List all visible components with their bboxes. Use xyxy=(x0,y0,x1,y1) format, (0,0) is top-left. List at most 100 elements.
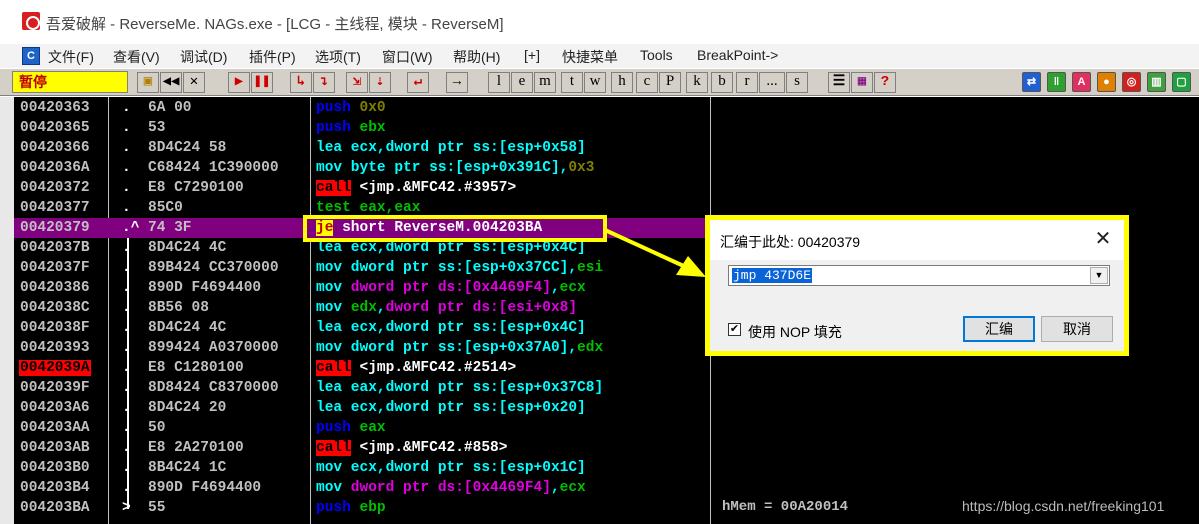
table-row[interactable]: 00420366. 8D4C24 58 lea ecx,dword ptr ss:[… xyxy=(14,138,710,158)
menu-file[interactable]: 文件(F) xyxy=(48,47,94,67)
menu-options[interactable]: 选项(T) xyxy=(315,47,361,67)
left-pane-fragment xyxy=(0,167,14,181)
table-row[interactable]: 0042039A. E8 C1280100 call <jmp.&MFC42.#25… xyxy=(14,358,710,378)
refresh-plugin-icon[interactable]: ⇄ xyxy=(1022,72,1041,92)
row-marker: . xyxy=(122,300,131,316)
handles-window-button[interactable]: h xyxy=(611,72,633,93)
left-pane-fragment xyxy=(0,237,14,251)
table-row[interactable]: 00420365. 53 push ebx xyxy=(14,118,710,138)
chevron-down-icon[interactable]: ▼ xyxy=(1090,267,1108,284)
table-row[interactable]: 004203B4. 890D F4694400 mov dword ptr ds:[… xyxy=(14,478,710,498)
help-icon[interactable]: ? xyxy=(874,72,896,93)
left-pane-fragment xyxy=(0,209,14,223)
table-row[interactable]: 00420363. 6A 00 push 0x0 xyxy=(14,98,710,118)
row-hex: 8B56 08 xyxy=(148,300,209,316)
cpu-window-button[interactable]: c xyxy=(636,72,658,93)
menu-help[interactable]: 帮助(H) xyxy=(453,47,500,67)
breakpoints-window-button[interactable]: b xyxy=(711,72,733,93)
plugin-a-icon[interactable]: A xyxy=(1072,72,1091,92)
row-hex: 53 xyxy=(148,120,166,136)
instruction-token xyxy=(351,100,360,116)
left-pane-fragment xyxy=(0,279,14,293)
menu-tools[interactable]: Tools xyxy=(640,47,673,63)
list-icon[interactable]: ☰ xyxy=(828,72,850,93)
table-row[interactable]: 0042038F. 8D4C24 4C lea ecx,dword ptr ss:[… xyxy=(14,318,710,338)
memory-window-button[interactable]: m xyxy=(534,72,556,93)
menu-window[interactable]: 窗口(W) xyxy=(382,47,433,67)
menu-plus[interactable]: [+] xyxy=(524,47,540,63)
patches-window-button[interactable]: P xyxy=(659,72,681,93)
trace-over-icon[interactable]: ⇣ xyxy=(369,72,391,93)
assemble-input[interactable]: jmp 437D6E ▼ xyxy=(728,265,1110,286)
menu-view[interactable]: 查看(V) xyxy=(113,47,160,67)
row-hex: 6A 00 xyxy=(148,100,192,116)
row-instruction: mov dword ptr ds:[0x4469F4],ecx xyxy=(316,480,586,496)
table-row[interactable]: 00420393. 899424 A0370000 mov dword ptr ss… xyxy=(14,338,710,358)
row-marker: . xyxy=(122,140,131,156)
instruction-token: <jmp.&MFC42.#3957> xyxy=(350,180,517,196)
menu-breakpoint[interactable]: BreakPoint-> xyxy=(697,47,778,63)
callstack-window-button[interactable]: k xyxy=(686,72,708,93)
row-marker: . xyxy=(122,440,131,456)
rewind-icon[interactable]: ◀◀ xyxy=(160,72,182,93)
windows-window-button[interactable]: w xyxy=(584,72,606,93)
left-pane-fragment xyxy=(0,293,14,307)
left-pane-fragment xyxy=(0,419,14,433)
row-hex: 89B424 CC370000 xyxy=(148,260,279,276)
nop-fill-checkbox[interactable]: ✔ xyxy=(728,323,741,336)
open-icon[interactable]: ▣ xyxy=(137,72,159,93)
table-row[interactable]: 004203AB. E8 2A270100 call <jmp.&MFC42.#85… xyxy=(14,438,710,458)
assemble-input-value[interactable]: jmp 437D6E xyxy=(732,268,813,283)
menu-debug[interactable]: 调试(D) xyxy=(180,47,227,67)
table-row[interactable]: 0042039F. 8D8424 C8370000 lea eax,dword pt… xyxy=(14,378,710,398)
run-trace-window-button[interactable]: ... xyxy=(759,72,785,93)
table-row[interactable]: 004203B0. 8B4C24 1C mov ecx,dword ptr ss:[… xyxy=(14,458,710,478)
left-pane-fragment xyxy=(0,335,14,349)
cpu-window-icon[interactable]: C xyxy=(22,47,40,65)
assemble-button[interactable]: 汇编 xyxy=(963,316,1035,342)
plugin-2-icon[interactable]: ‖ xyxy=(1047,72,1066,92)
instruction-token: , xyxy=(550,280,560,296)
table-row[interactable]: 00420372. E8 C7290100 call <jmp.&MFC42.#39… xyxy=(14,178,710,198)
plugin-window-icon[interactable]: ▢ xyxy=(1172,72,1191,92)
step-over-icon[interactable]: ↴ xyxy=(313,72,335,93)
step-into-icon[interactable]: ↳ xyxy=(290,72,312,93)
nop-fill-label[interactable]: 使用 NOP 填充 xyxy=(748,322,842,342)
execute-till-return-icon[interactable]: ↵ xyxy=(407,72,429,93)
log-window-button[interactable]: l xyxy=(488,72,510,93)
threads-window-button[interactable]: t xyxy=(561,72,583,93)
close-icon[interactable]: ✕ xyxy=(1092,228,1114,250)
menu-shortcuts[interactable]: 快捷菜单 xyxy=(562,47,618,67)
left-pane-fragment xyxy=(0,391,14,405)
pause-icon[interactable]: ❚❚ xyxy=(251,72,273,93)
left-pane-edge xyxy=(0,97,14,524)
table-row[interactable]: 0042036A. C68424 1C390000 mov byte ptr ss:… xyxy=(14,158,710,178)
instruction-token: mov xyxy=(316,280,343,296)
plugin-circle-icon[interactable]: ● xyxy=(1097,72,1116,92)
plugin-grid-icon[interactable]: ▦ xyxy=(851,72,873,93)
instruction-token: <jmp.&MFC42.#858> xyxy=(350,440,508,456)
table-row[interactable]: 0042038C. 8B56 08 mov edx,dword ptr ds:[es… xyxy=(14,298,710,318)
references-window-button[interactable]: r xyxy=(736,72,758,93)
trace-into-icon[interactable]: ⇲ xyxy=(346,72,368,93)
source-window-button[interactable]: s xyxy=(786,72,808,93)
row-hex: 8D4C24 4C xyxy=(148,320,227,336)
target-icon[interactable]: ◎ xyxy=(1122,72,1141,92)
cancel-button[interactable]: 取消 xyxy=(1041,316,1113,342)
left-pane-fragment xyxy=(0,251,14,265)
goto-icon[interactable]: → xyxy=(446,72,468,93)
close-icon[interactable]: ✕ xyxy=(183,72,205,93)
menu-plugins[interactable]: 插件(P) xyxy=(249,47,296,67)
table-row[interactable]: 004203BA >55 push ebp xyxy=(14,498,710,518)
modules-window-button[interactable]: e xyxy=(511,72,533,93)
run-icon[interactable]: ▶ xyxy=(228,72,250,93)
row-address: 00420377 xyxy=(20,200,90,216)
plugin-bars-icon[interactable]: ▥ xyxy=(1147,72,1166,92)
left-pane-fragment xyxy=(0,433,14,447)
row-marker: . xyxy=(122,260,131,276)
table-row[interactable]: 004203A6. 8D4C24 20 lea ecx,dword ptr ss:[… xyxy=(14,398,710,418)
table-row[interactable]: 004203AA. 50 push eax xyxy=(14,418,710,438)
table-row[interactable]: 00420386. 890D F4694400 mov dword ptr ds:[… xyxy=(14,278,710,298)
row-address: 00420366 xyxy=(20,140,90,156)
table-row[interactable]: 0042037F. 89B424 CC370000 mov dword ptr ss… xyxy=(14,258,710,278)
